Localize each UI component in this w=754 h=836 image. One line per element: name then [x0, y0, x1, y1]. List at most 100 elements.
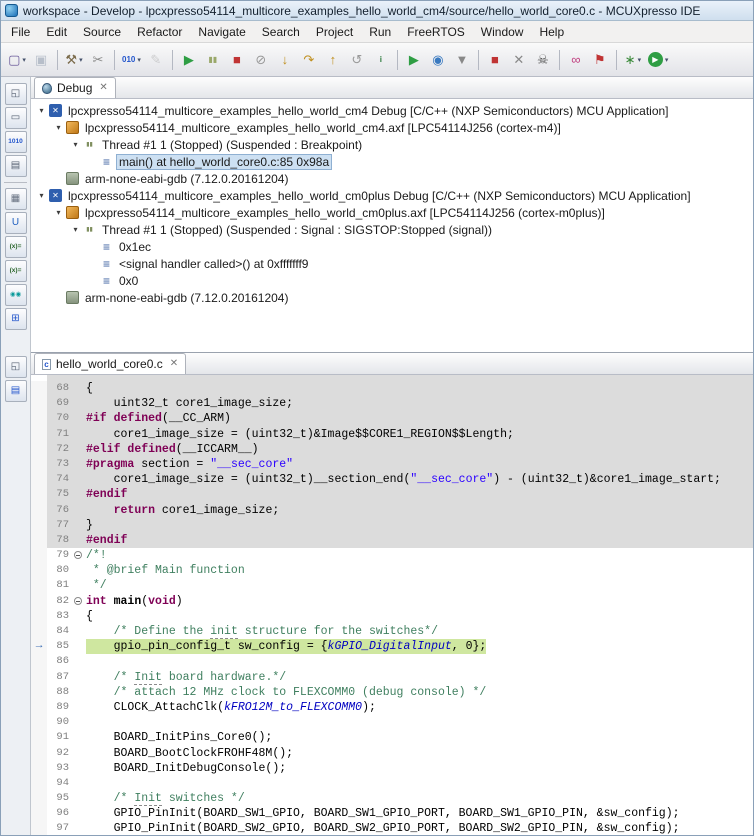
code-line[interactable]: 80 * @brief Main function [31, 563, 753, 578]
menu-item-refactor[interactable]: Refactor [129, 23, 190, 41]
menu-item-freertos[interactable]: FreeRTOS [399, 23, 473, 41]
code-line[interactable]: 95 /* Init switches */ [31, 791, 753, 806]
code-line[interactable]: 91 BOARD_InitPins_Core0(); [31, 730, 753, 745]
code-editor[interactable]: 68{69 uint32_t core1_image_size;70#if de… [31, 375, 753, 835]
code-line[interactable]: 69 uint32_t core1_image_size; [31, 396, 753, 411]
build-button[interactable]: ⚒▾ [63, 49, 85, 71]
debug-tree-row[interactable]: lpcxpresso54114_multicore_examples_hello… [31, 119, 753, 136]
step-return-button[interactable]: ↑ [322, 49, 344, 71]
menu-item-file[interactable]: File [3, 23, 38, 41]
code-line[interactable]: 73#pragma section = "__sec_core" [31, 457, 753, 472]
code-line[interactable]: 86 [31, 654, 753, 669]
code-line[interactable]: 96 GPIO_PinInit(BOARD_SW1_GPIO, BOARD_SW… [31, 806, 753, 821]
tree-expander-icon[interactable] [52, 123, 65, 132]
code-line[interactable]: 82int main(void) [31, 594, 753, 609]
menu-item-edit[interactable]: Edit [38, 23, 75, 41]
debug-tree-row[interactable]: lpcxpresso54114_multicore_examples_hello… [31, 204, 753, 221]
menu-item-window[interactable]: Window [473, 23, 532, 41]
step-into-button[interactable]: ↓ [274, 49, 296, 71]
power-measurement-view-button[interactable]: U [5, 212, 27, 234]
fold-collapse-icon[interactable] [73, 594, 86, 609]
dropdown-arrow-icon[interactable]: ▾ [79, 56, 83, 64]
live-variables-view-button[interactable]: (x)= [5, 260, 27, 282]
debug-tree-row[interactable]: <signal handler called>() at 0xfffffff9 [31, 255, 753, 272]
code-line[interactable]: 87 /* Init board hardware.*/ [31, 670, 753, 685]
close-icon[interactable] [99, 83, 107, 93]
menu-item-project[interactable]: Project [308, 23, 361, 41]
terminate-button[interactable]: ■ [226, 49, 248, 71]
code-line[interactable]: 84 /* Define the init structure for the … [31, 624, 753, 639]
debug-tree-row[interactable]: arm-none-eabi-gdb (7.12.0.20161204) [31, 170, 753, 187]
dropdown-arrow-icon[interactable]: ▾ [22, 56, 26, 64]
debug-tree-row[interactable]: 0x0 [31, 272, 753, 289]
suspend-button[interactable]: ▮▮ [202, 49, 224, 71]
registers-view-button[interactable]: ⊞ [5, 308, 27, 330]
resume-button[interactable]: ▶ [178, 49, 200, 71]
code-line[interactable]: 78#endif [31, 533, 753, 548]
menu-item-search[interactable]: Search [254, 23, 308, 41]
trace-view-button[interactable]: ▤ [5, 155, 27, 177]
debug-tree-row[interactable]: 0x1ec [31, 238, 753, 255]
tree-expander-icon[interactable] [52, 208, 65, 217]
run-button[interactable]: ◉ [427, 49, 449, 71]
menu-item-navigate[interactable]: Navigate [190, 23, 253, 41]
peripherals-view-button[interactable]: ◉◉ [5, 284, 27, 306]
code-line[interactable]: 70#if defined(__CC_ARM) [31, 411, 753, 426]
code-line[interactable]: 88 /* attach 12 MHz clock to FLEXCOMM0 (… [31, 685, 753, 700]
debug-tree-row[interactable]: main() at hello_world_core0.c:85 0x98a [31, 153, 753, 170]
tab-hello-world-core0[interactable]: hello_world_core0.c [34, 353, 186, 374]
code-line[interactable]: 85 gpio_pin_config_t sw_config = {kGPIO_… [31, 639, 753, 654]
remove-all-terminated-button[interactable]: ✕ [508, 49, 530, 71]
restore-debug-view-button[interactable]: ◱ [5, 83, 27, 105]
kill-all-button[interactable]: ☠ [532, 49, 554, 71]
link-server-button[interactable]: ∞ [565, 49, 587, 71]
outline-view-button[interactable]: ▤ [5, 380, 27, 402]
debug-tree-row[interactable]: lpcxpresso54114_multicore_examples_hello… [31, 187, 753, 204]
menu-item-source[interactable]: Source [75, 23, 129, 41]
flag-button[interactable]: ⚑ [589, 49, 611, 71]
clean-button[interactable]: ✂ [87, 49, 109, 71]
fold-collapse-icon[interactable] [73, 548, 86, 563]
code-line[interactable]: 90 [31, 715, 753, 730]
debug-tree-row[interactable]: arm-none-eabi-gdb (7.12.0.20161204) [31, 289, 753, 306]
external-tools-button[interactable]: ▶▾ [646, 49, 671, 71]
memory-view-button[interactable]: 1010 [5, 131, 27, 153]
code-line[interactable]: 76 return core1_image_size; [31, 503, 753, 518]
tree-expander-icon[interactable] [35, 191, 48, 200]
terminate-all-button[interactable]: ■ [484, 49, 506, 71]
tree-expander-icon[interactable] [35, 106, 48, 115]
dropdown-arrow-icon[interactable]: ▾ [638, 56, 642, 64]
save-button[interactable]: ▣ [30, 49, 52, 71]
code-line[interactable]: 79/*! [31, 548, 753, 563]
step-over-button[interactable]: ↷ [298, 49, 320, 71]
code-line[interactable]: 81 */ [31, 578, 753, 593]
dropdown-arrow-icon[interactable]: ▾ [665, 56, 669, 64]
code-line[interactable]: 83{ [31, 609, 753, 624]
disconnect-button[interactable]: ⊘ [250, 49, 272, 71]
code-line[interactable]: 89 CLOCK_AttachClk(kFRO12M_to_FLEXCOMM0)… [31, 700, 753, 715]
debug-tree-row[interactable]: Thread #1 1 (Stopped) (Suspended : Break… [31, 136, 753, 153]
code-line[interactable]: 75#endif [31, 487, 753, 502]
code-line[interactable]: 71 core1_image_size = (uint32_t)&Image$$… [31, 427, 753, 442]
profile-button[interactable]: ▼ [451, 49, 473, 71]
tab-debug[interactable]: Debug [34, 77, 116, 98]
titlebar[interactable]: workspace - Develop - lpcxpresso54114_mu… [1, 1, 753, 21]
tree-expander-icon[interactable] [69, 225, 82, 234]
instruction-stepping-button[interactable]: i [370, 49, 392, 71]
close-icon[interactable] [170, 359, 178, 369]
new-button[interactable]: ▢▾ [6, 49, 28, 71]
debug-tree-row[interactable]: lpcxpresso54114_multicore_examples_hello… [31, 102, 753, 119]
edit-button[interactable]: ✎ [145, 49, 167, 71]
dropdown-arrow-icon[interactable]: ▾ [137, 56, 141, 64]
code-line[interactable]: 72#elif defined(__ICCARM__) [31, 442, 753, 457]
restore-editor-area-button[interactable]: ◱ [5, 356, 27, 378]
code-line[interactable]: 93 BOARD_InitDebugConsole(); [31, 761, 753, 776]
debug-button[interactable]: ▶ [403, 49, 425, 71]
code-line[interactable]: 94 [31, 776, 753, 791]
console-view-button[interactable]: ▭ [5, 107, 27, 129]
code-line[interactable]: 97 GPIO_PinInit(BOARD_SW2_GPIO, BOARD_SW… [31, 821, 753, 835]
code-line[interactable]: 92 BOARD_BootClockFROHF48M(); [31, 746, 753, 761]
code-line[interactable]: 68{ [31, 381, 753, 396]
global-variables-view-button[interactable]: (x)= [5, 236, 27, 258]
code-line[interactable]: 74 core1_image_size = (uint32_t)__sectio… [31, 472, 753, 487]
